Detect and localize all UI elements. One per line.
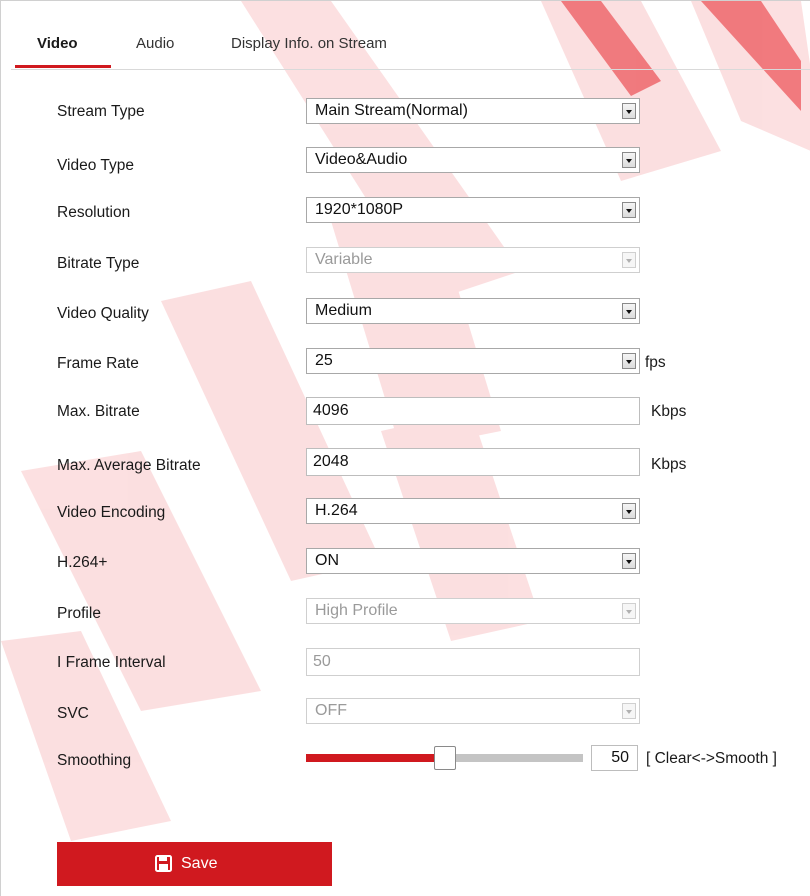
chevron-down-icon[interactable] [622, 303, 636, 319]
profile-select: High Profile [306, 598, 640, 624]
video-encoding-select[interactable]: H.264 [306, 498, 640, 524]
chevron-down-icon[interactable] [622, 152, 636, 168]
save-label: Save [181, 855, 218, 872]
chevron-down-icon [622, 603, 636, 619]
smoothing-value-field[interactable]: 50 [591, 745, 638, 771]
h264-plus-label: H.264+ [57, 554, 108, 571]
svc-value: OFF [315, 702, 347, 719]
frame-rate-label: Frame Rate [57, 355, 139, 372]
profile-value: High Profile [315, 602, 398, 619]
frame-rate-select[interactable]: 25 [306, 348, 640, 374]
stream-type-label: Stream Type [57, 103, 145, 120]
max-bitrate-unit: Kbps [651, 403, 687, 420]
video-type-label: Video Type [57, 157, 134, 174]
bitrate-type-value: Variable [315, 251, 373, 268]
max-average-bitrate-value: 2048 [313, 453, 349, 470]
video-quality-select[interactable]: Medium [306, 298, 640, 324]
svc-label: SVC [57, 705, 89, 722]
stream-type-value: Main Stream(Normal) [315, 102, 468, 119]
smoothing-slider-fill [306, 754, 445, 762]
chevron-down-icon [622, 252, 636, 268]
resolution-select[interactable]: 1920*1080P [306, 197, 640, 223]
smoothing-range-hint: [ Clear<->Smooth ] [646, 750, 777, 767]
chevron-down-icon[interactable] [622, 353, 636, 369]
max-bitrate-label: Max. Bitrate [57, 403, 140, 420]
smoothing-value: 50 [611, 749, 629, 766]
active-tab-indicator [15, 65, 111, 68]
stream-type-select[interactable]: Main Stream(Normal) [306, 98, 640, 124]
video-settings-page: Video Audio Display Info. on Stream Stre… [0, 0, 810, 896]
i-frame-interval-value: 50 [313, 653, 331, 670]
floppy-disk-icon [155, 855, 172, 872]
save-button[interactable]: Save [57, 842, 332, 886]
video-quality-label: Video Quality [57, 305, 149, 322]
bitrate-type-select: Variable [306, 247, 640, 273]
smoothing-slider-handle[interactable] [434, 746, 456, 770]
i-frame-interval-label: I Frame Interval [57, 654, 166, 671]
max-bitrate-input[interactable]: 4096 [306, 397, 640, 425]
video-type-value: Video&Audio [315, 151, 408, 168]
max-bitrate-value: 4096 [313, 402, 349, 419]
chevron-down-icon[interactable] [622, 503, 636, 519]
bitrate-type-label: Bitrate Type [57, 255, 140, 272]
tab-video[interactable]: Video [37, 35, 78, 52]
chevron-down-icon[interactable] [622, 202, 636, 218]
svc-select: OFF [306, 698, 640, 724]
max-average-bitrate-input[interactable]: 2048 [306, 448, 640, 476]
video-type-select[interactable]: Video&Audio [306, 147, 640, 173]
i-frame-interval-input: 50 [306, 648, 640, 676]
smoothing-label: Smoothing [57, 752, 132, 769]
smoothing-slider[interactable] [306, 746, 583, 770]
video-quality-value: Medium [315, 302, 372, 319]
video-encoding-label: Video Encoding [57, 504, 166, 521]
frame-rate-value: 25 [315, 352, 333, 369]
h264-plus-value: ON [315, 552, 339, 569]
tab-bar: Video Audio Display Info. on Stream [11, 21, 810, 70]
frame-rate-unit: fps [645, 354, 666, 371]
max-average-bitrate-label: Max. Average Bitrate [57, 457, 201, 474]
video-encoding-value: H.264 [315, 502, 358, 519]
max-average-bitrate-unit: Kbps [651, 456, 687, 473]
resolution-value: 1920*1080P [315, 201, 404, 218]
resolution-label: Resolution [57, 204, 131, 221]
tab-audio[interactable]: Audio [136, 35, 174, 52]
h264-plus-select[interactable]: ON [306, 548, 640, 574]
profile-label: Profile [57, 605, 101, 622]
chevron-down-icon [622, 703, 636, 719]
chevron-down-icon[interactable] [622, 553, 636, 569]
chevron-down-icon[interactable] [622, 103, 636, 119]
tab-display-info-on-stream[interactable]: Display Info. on Stream [231, 35, 387, 52]
